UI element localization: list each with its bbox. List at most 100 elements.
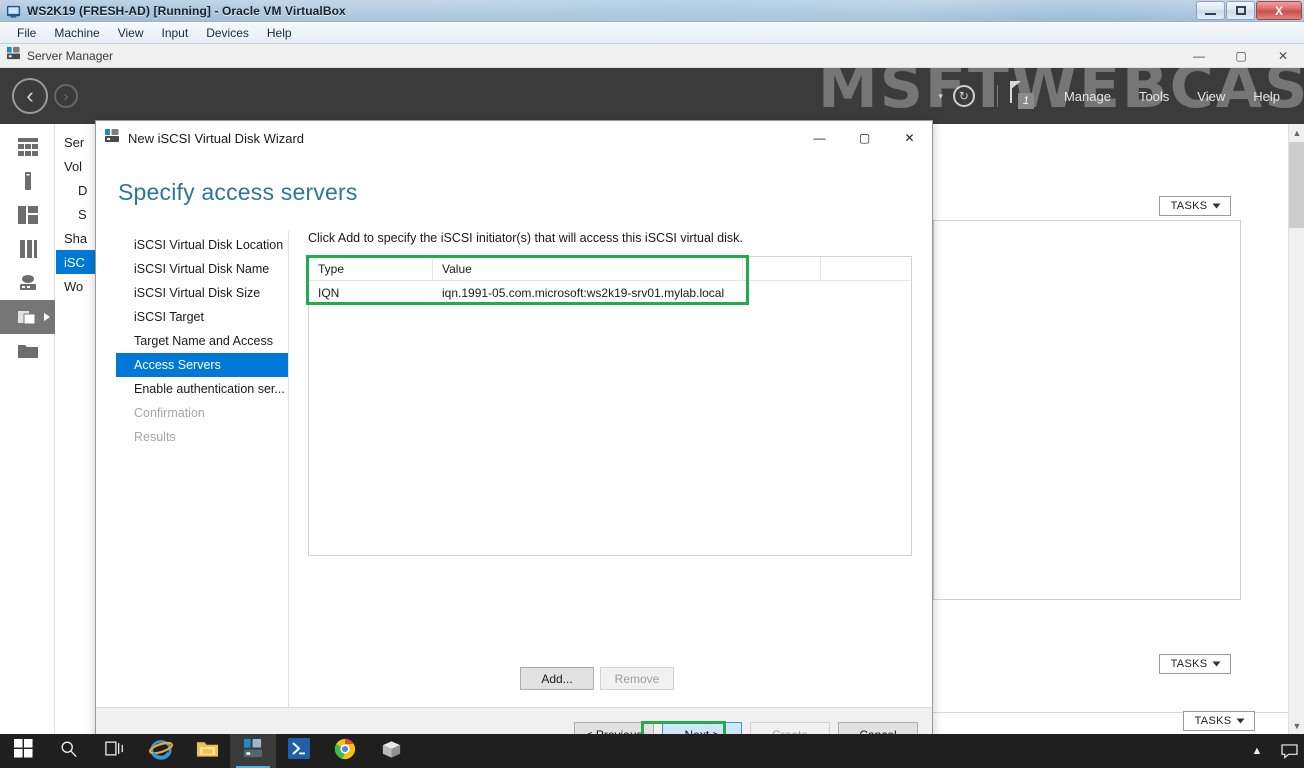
server-manager-nav-rail bbox=[0, 124, 55, 734]
wizard-main-pane: Click Add to specify the iSCSI initiator… bbox=[308, 231, 916, 556]
cell-value: iqn.1991-05.com.microsoft:ws2k19-srv01.m… bbox=[433, 281, 833, 304]
task-view-button[interactable] bbox=[92, 734, 138, 768]
vbox-close-button[interactable]: X bbox=[1256, 1, 1302, 20]
sidebar-item-file-storage-services[interactable] bbox=[0, 232, 55, 266]
file-storage-services-icon bbox=[18, 240, 38, 258]
wizard-title: New iSCSI Virtual Disk Wizard bbox=[128, 131, 304, 146]
wizard-step-list: iSCSI Virtual Disk Location iSCSI Virtua… bbox=[116, 233, 288, 449]
next-button[interactable]: Next > bbox=[662, 722, 742, 735]
action-center-icon[interactable] bbox=[1274, 734, 1304, 768]
search-button[interactable] bbox=[46, 734, 92, 768]
content-scrollbar[interactable]: ▲ ▼ bbox=[1288, 124, 1304, 734]
access-servers-table[interactable]: Type Value IQN iqn.1991-05.com.microsoft… bbox=[308, 256, 912, 556]
wizard-step-disk-location[interactable]: iSCSI Virtual Disk Location bbox=[116, 233, 288, 257]
tasks-button-lower[interactable]: TASKS bbox=[1159, 654, 1231, 674]
back-button[interactable]: ‹ bbox=[12, 78, 48, 114]
dashboard-icon bbox=[18, 138, 38, 156]
sm-maximize-button[interactable]: ▢ bbox=[1220, 44, 1262, 68]
instruction-text: Click Add to specify the iSCSI initiator… bbox=[308, 231, 916, 245]
remove-button: Remove bbox=[600, 667, 674, 690]
sidebar-item-local-server[interactable] bbox=[0, 164, 55, 198]
file-explorer-button[interactable] bbox=[184, 734, 230, 768]
vbox-minimize-button[interactable] bbox=[1196, 1, 1225, 20]
cancel-button[interactable]: Cancel bbox=[838, 722, 918, 735]
server-manager-title: Server Manager bbox=[27, 49, 113, 63]
sm-minimize-button[interactable]: — bbox=[1178, 44, 1220, 68]
column-header-value[interactable]: Value bbox=[433, 257, 743, 281]
sidebar-item-shares[interactable] bbox=[0, 266, 55, 300]
vbox-restore-button[interactable] bbox=[1226, 1, 1255, 20]
iscsi-wizard-dialog: New iSCSI Virtual Disk Wizard — ▢ ✕ Spec… bbox=[95, 120, 933, 734]
header-menu-help[interactable]: Help bbox=[1239, 89, 1294, 104]
header-menu-manage[interactable]: Manage bbox=[1050, 89, 1125, 104]
iscsi-icon bbox=[18, 308, 38, 326]
wizard-step-disk-name[interactable]: iSCSI Virtual Disk Name bbox=[116, 257, 288, 281]
sidebar-item-work-folders[interactable] bbox=[0, 334, 55, 368]
refresh-icon[interactable]: ↻ bbox=[953, 85, 975, 107]
wizard-step-results: Results bbox=[116, 425, 288, 449]
scroll-down-arrow-icon[interactable]: ▼ bbox=[1289, 717, 1304, 734]
column-header-type[interactable]: Type bbox=[309, 257, 433, 281]
sm-close-button[interactable]: ✕ bbox=[1262, 44, 1304, 68]
local-server-icon bbox=[18, 172, 38, 190]
chevron-down-icon bbox=[1237, 719, 1245, 724]
wizard-close-button[interactable]: ✕ bbox=[887, 121, 932, 154]
column-header-extra-1[interactable] bbox=[743, 257, 821, 281]
vbox-menu-help[interactable]: Help bbox=[258, 24, 301, 42]
virtualbox-taskbar-button[interactable] bbox=[368, 734, 414, 768]
tasks-label-bottom: TASKS bbox=[1195, 715, 1232, 727]
sidebar-item-iscsi[interactable] bbox=[0, 300, 55, 334]
tasks-button-bottom[interactable]: TASKS bbox=[1183, 711, 1255, 731]
notifications-flag-icon[interactable]: 1 bbox=[1010, 81, 1036, 111]
chevron-down-icon[interactable]: ▾ bbox=[928, 91, 953, 102]
forward-button[interactable]: › bbox=[54, 84, 78, 108]
wizard-step-enable-authentication[interactable]: Enable authentication ser... bbox=[116, 377, 288, 401]
scrollbar-thumb[interactable] bbox=[1289, 142, 1304, 228]
sidebar-item-all-servers[interactable] bbox=[0, 198, 55, 232]
wizard-step-target-name-access[interactable]: Target Name and Access bbox=[116, 329, 288, 353]
search-icon bbox=[60, 740, 78, 763]
expand-arrow-icon bbox=[44, 313, 50, 321]
notification-count-badge: 1 bbox=[1018, 93, 1034, 109]
guest-screen: Server Manager — ▢ ✕ MSFTWEBCAST ‹ › ▾ ↻… bbox=[0, 44, 1304, 734]
shares-icon bbox=[18, 274, 38, 292]
vbox-menu-input[interactable]: Input bbox=[153, 24, 198, 42]
internet-explorer-button[interactable] bbox=[138, 734, 184, 768]
previous-button[interactable]: < Previous bbox=[574, 722, 654, 735]
vbox-menu-machine[interactable]: Machine bbox=[45, 24, 108, 42]
start-button[interactable] bbox=[0, 734, 46, 768]
vbox-menu-devices[interactable]: Devices bbox=[197, 24, 258, 42]
table-row[interactable]: IQN iqn.1991-05.com.microsoft:ws2k19-srv… bbox=[309, 281, 911, 304]
header-menu-view[interactable]: View bbox=[1183, 89, 1239, 104]
server-manager-window-controls: — ▢ ✕ bbox=[1178, 44, 1304, 68]
sidebar-item-dashboard[interactable] bbox=[0, 130, 55, 164]
wizard-app-icon bbox=[104, 128, 120, 148]
wizard-step-access-servers[interactable]: Access Servers bbox=[116, 353, 288, 377]
page-title: Specify access servers bbox=[118, 179, 358, 206]
chevron-down-icon bbox=[1213, 204, 1221, 209]
header-menu-tools[interactable]: Tools bbox=[1125, 89, 1183, 104]
wizard-minimize-button[interactable]: — bbox=[797, 121, 842, 154]
virtualbox-title: WS2K19 (FRESH-AD) [Running] - Oracle VM … bbox=[27, 4, 346, 18]
virtualbox-window: WS2K19 (FRESH-AD) [Running] - Oracle VM … bbox=[0, 0, 1304, 768]
virtualbox-menubar: File Machine View Input Devices Help bbox=[0, 22, 1304, 44]
server-manager-icon bbox=[242, 738, 265, 764]
wizard-maximize-button[interactable]: ▢ bbox=[842, 121, 887, 154]
wizard-step-iscsi-target[interactable]: iSCSI Target bbox=[116, 305, 288, 329]
vbox-menu-file[interactable]: File bbox=[8, 24, 45, 42]
vbox-menu-view[interactable]: View bbox=[109, 24, 153, 42]
content-panel-upper: TASKS TASKS bbox=[931, 124, 1291, 734]
create-button: Create bbox=[750, 722, 830, 735]
tasks-label-upper: TASKS bbox=[1171, 200, 1208, 212]
powershell-button[interactable] bbox=[276, 734, 322, 768]
add-button[interactable]: Add... bbox=[520, 667, 594, 690]
show-hidden-icons-chevron[interactable]: ▲ bbox=[1240, 734, 1274, 768]
virtualbox-titlebar: WS2K19 (FRESH-AD) [Running] - Oracle VM … bbox=[0, 0, 1304, 22]
scroll-up-arrow-icon[interactable]: ▲ bbox=[1289, 124, 1304, 141]
server-manager-taskbar-button[interactable] bbox=[230, 734, 276, 768]
column-header-extra-2[interactable] bbox=[821, 257, 911, 281]
google-chrome-button[interactable] bbox=[322, 734, 368, 768]
tasks-button-upper[interactable]: TASKS bbox=[1159, 196, 1231, 216]
wizard-step-disk-size[interactable]: iSCSI Virtual Disk Size bbox=[116, 281, 288, 305]
task-view-icon bbox=[105, 740, 125, 762]
